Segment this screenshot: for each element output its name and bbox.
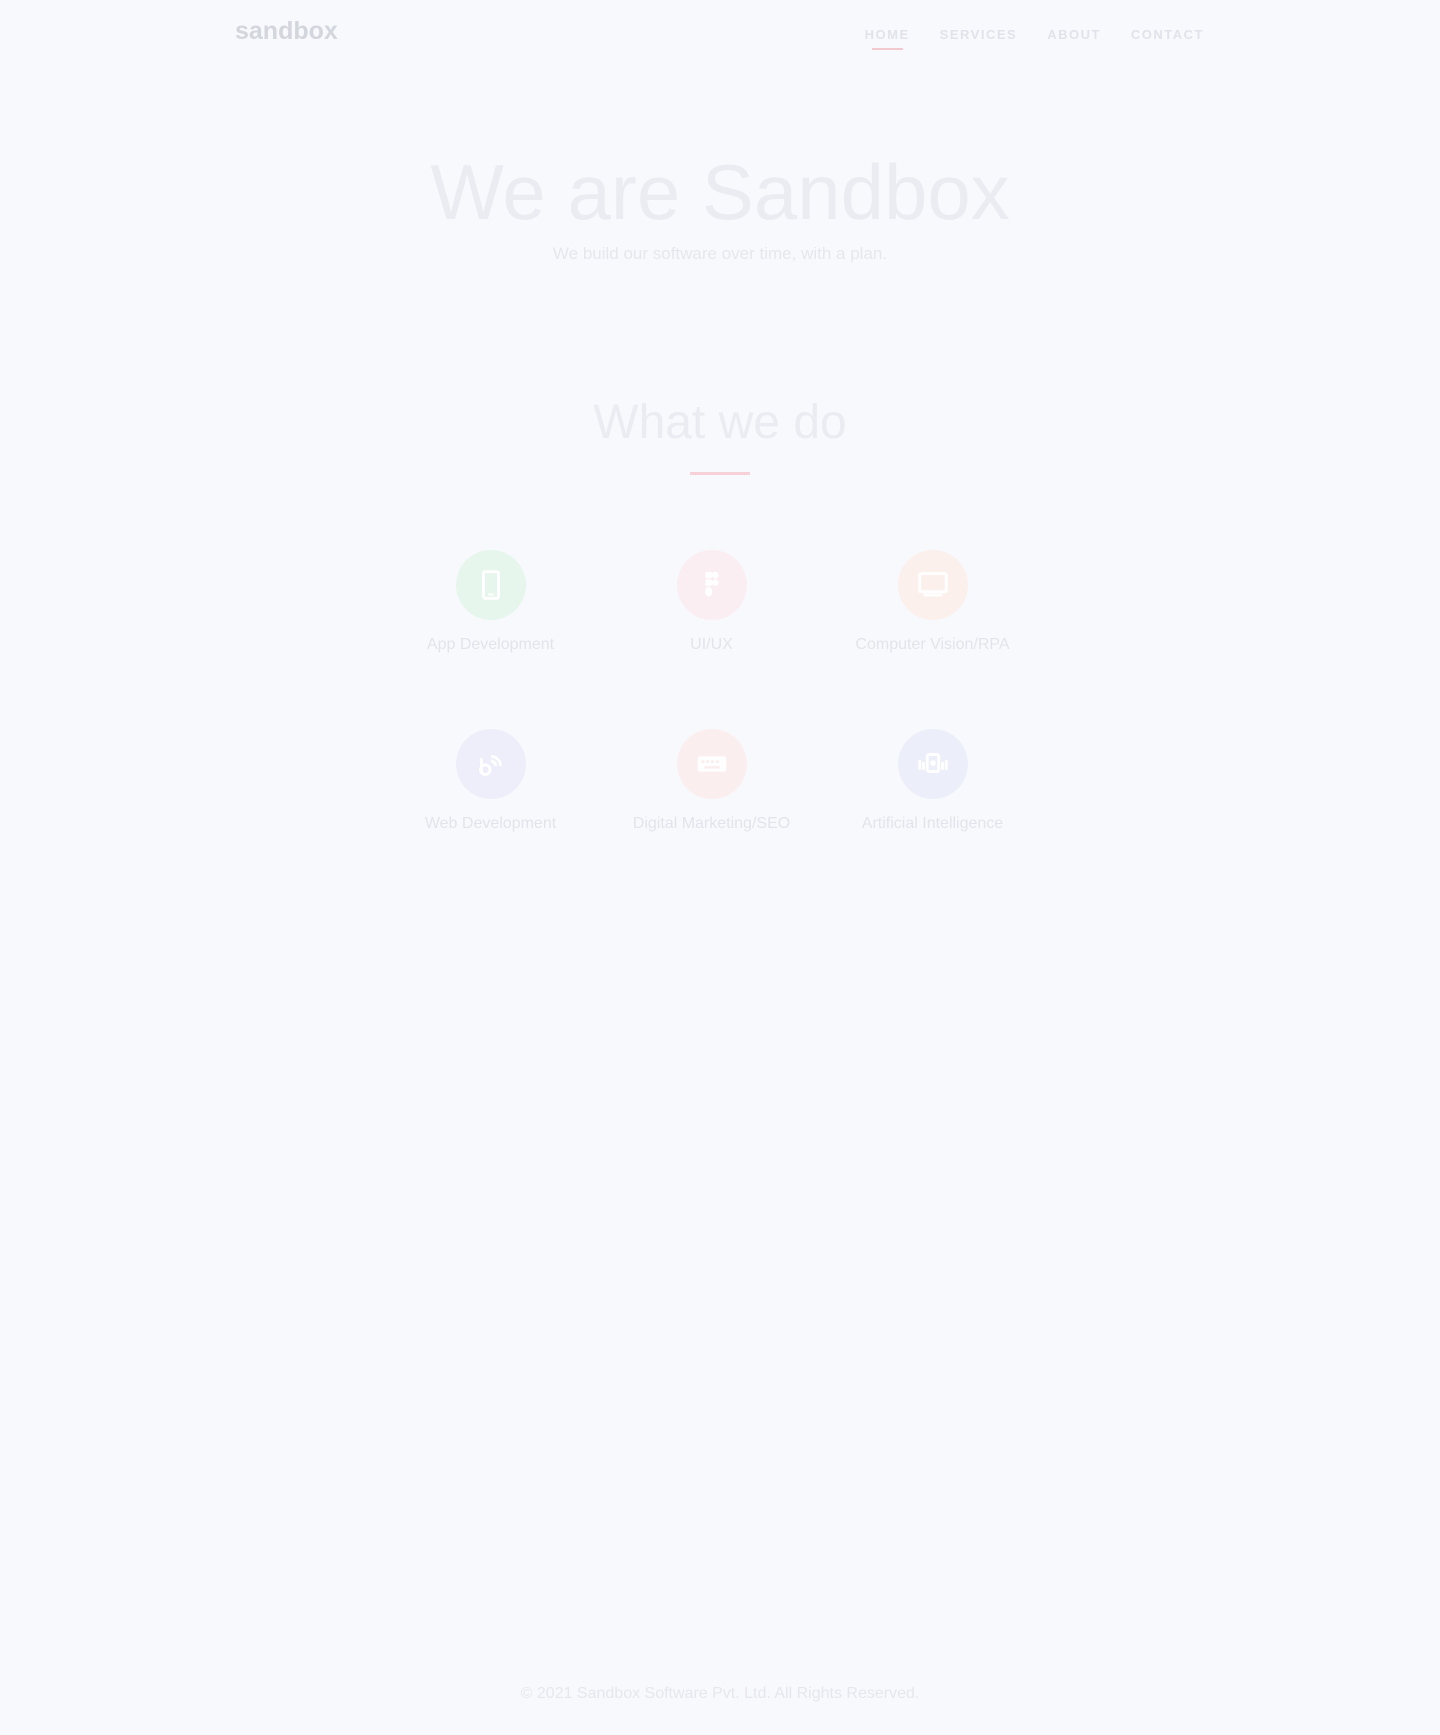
hero-title: We are Sandbox (430, 148, 1010, 236)
service-label: Artificial Intelligence (861, 815, 1004, 832)
main-nav: HOME SERVICES ABOUT CONTACT (865, 27, 1204, 50)
service-label: UI/UX (690, 636, 733, 653)
copyright-text: © 2021 Sandbox Software Pvt. Ltd. All Ri… (520, 1685, 920, 1702)
nav-home[interactable]: HOME (865, 27, 910, 50)
service-icon-circle (455, 729, 526, 799)
mobile-icon (481, 570, 500, 600)
nav-about[interactable]: ABOUT (1047, 27, 1101, 42)
web-icon (478, 754, 502, 776)
service-digital-marketing[interactable]: Digital Marketing/SEO (601, 729, 822, 833)
ai-icon (917, 753, 948, 774)
service-icon-circle (676, 550, 747, 620)
section-title: What we do (593, 396, 847, 449)
monitor-icon (917, 572, 948, 597)
title-underline (690, 472, 750, 475)
service-label: Digital Marketing/SEO (632, 815, 791, 832)
service-ui-ux[interactable]: UI/UX (601, 550, 822, 654)
services-heading: What we do (0, 395, 1440, 475)
service-label: Computer Vision/RPA (855, 636, 1010, 653)
service-app-development[interactable]: App Development (380, 550, 601, 654)
nav-contact[interactable]: CONTACT (1131, 27, 1204, 42)
services-grid: App Development UI/UX Computer Vision/RP… (380, 550, 1060, 833)
site-header: sandbox HOME SERVICES ABOUT CONTACT (0, 0, 1440, 70)
service-artificial-intelligence[interactable]: Artificial Intelligence (822, 729, 1043, 833)
figma-icon (704, 571, 719, 597)
hero-section: We are Sandbox We build our software ove… (0, 148, 1440, 264)
keyboard-icon (697, 756, 726, 772)
service-icon-circle (455, 550, 526, 620)
logo[interactable]: sandbox (235, 17, 338, 46)
service-web-development[interactable]: Web Development (380, 729, 601, 833)
service-icon-circle (676, 729, 747, 799)
service-label: App Development (426, 636, 555, 653)
service-icon-circle (897, 729, 968, 799)
service-computer-vision[interactable]: Computer Vision/RPA (822, 550, 1043, 654)
nav-services[interactable]: SERVICES (940, 27, 1018, 42)
hero-subtitle: We build our software over time, with a … (552, 243, 888, 263)
service-icon-circle (897, 550, 968, 620)
site-footer: © 2021 Sandbox Software Pvt. Ltd. All Ri… (0, 1685, 1440, 1703)
service-label: Web Development (424, 815, 557, 832)
